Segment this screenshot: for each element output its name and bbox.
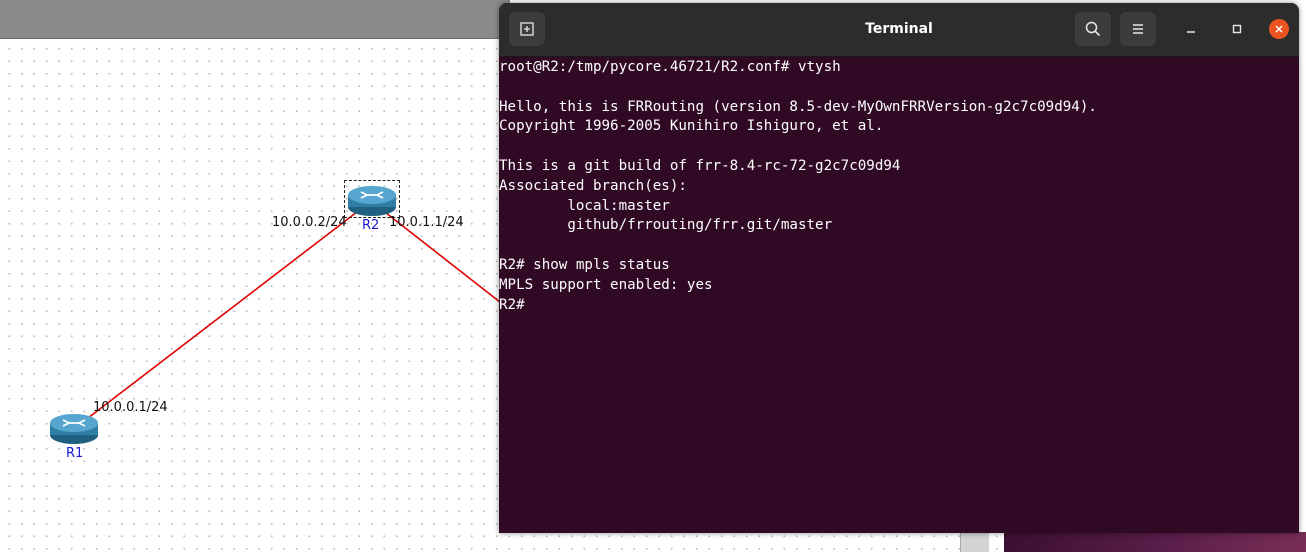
terminal-line: MPLS support enabled: yes xyxy=(499,276,713,293)
terminal-line: This is a git build of frr-8.4-rc-72-g2c… xyxy=(499,157,901,174)
terminal-titlebar[interactable]: Terminal xyxy=(499,3,1299,57)
node-label-r2[interactable]: R2 xyxy=(362,218,379,233)
terminal-line: Hello, this is FRRouting (version 8.5-de… xyxy=(499,98,1097,115)
maximize-icon xyxy=(1232,24,1242,34)
desktop-wallpaper xyxy=(1004,532,1306,552)
menu-button[interactable] xyxy=(1120,12,1156,46)
terminal-line: local:master xyxy=(499,197,670,214)
close-icon xyxy=(1275,25,1283,33)
terminal-scrollbar[interactable] xyxy=(1293,58,1299,528)
minimize-button[interactable] xyxy=(1177,15,1205,43)
background-window-edge xyxy=(960,532,989,552)
terminal-line: R2# show mpls status xyxy=(499,256,670,273)
maximize-button[interactable] xyxy=(1223,15,1251,43)
search-icon xyxy=(1085,21,1101,37)
terminal-line: github/frrouting/frr.git/master xyxy=(499,217,833,234)
iface-label-r2-eth1: 10.0.1.1/24 xyxy=(389,215,464,230)
router-icon[interactable] xyxy=(346,183,398,219)
link-r1-r2[interactable] xyxy=(74,201,371,429)
terminal-window[interactable]: Terminal root@R2:/tmp/pycore.46721/R2.co… xyxy=(499,3,1299,533)
terminal-line: Copyright 1996-2005 Kunihiro Ishiguro, e… xyxy=(499,118,884,135)
iface-label-r2-eth0: 10.0.0.2/24 xyxy=(272,215,347,230)
terminal-prompt[interactable]: R2# xyxy=(499,296,1295,316)
hamburger-icon xyxy=(1133,24,1143,34)
search-button[interactable] xyxy=(1075,12,1111,46)
terminal-line: Associated branch(es): xyxy=(499,177,687,194)
node-label-r1[interactable]: R1 xyxy=(66,446,83,461)
new-tab-button[interactable] xyxy=(509,12,545,46)
new-tab-icon xyxy=(520,22,534,36)
iface-label-r1-eth0: 10.0.0.1/24 xyxy=(93,400,168,415)
router-icon[interactable] xyxy=(48,411,100,447)
terminal-output[interactable]: root@R2:/tmp/pycore.46721/R2.conf# vtysh… xyxy=(499,58,1295,528)
terminal-line: root@R2:/tmp/pycore.46721/R2.conf# vtysh xyxy=(499,59,841,75)
minimize-icon xyxy=(1187,31,1195,33)
close-button[interactable] xyxy=(1269,19,1289,39)
